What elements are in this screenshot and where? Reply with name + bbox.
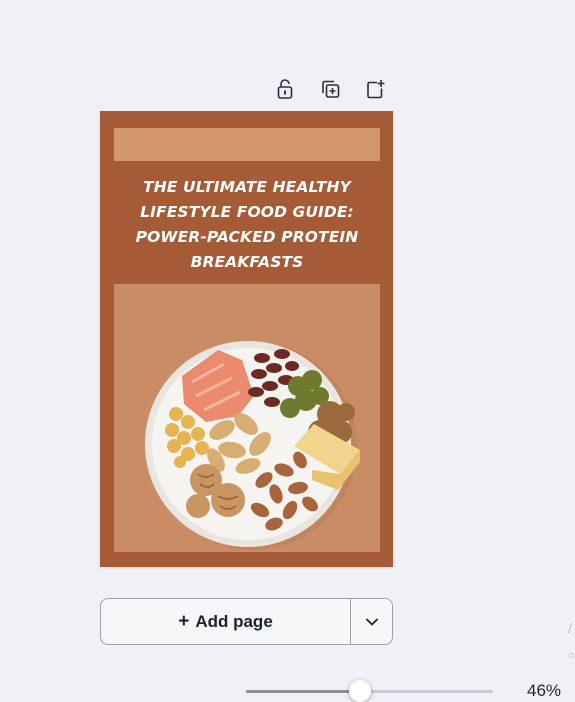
add-page-dropdown-button[interactable]: [351, 599, 392, 644]
add-page-group: + Add page: [100, 598, 393, 645]
edge-fragment: ○: [568, 648, 575, 662]
plus-icon: +: [178, 611, 190, 632]
headline-line: THE ULTIMATE HEALTHY: [143, 178, 351, 196]
add-page-label: Add page: [195, 611, 273, 631]
title-bar-shape[interactable]: [114, 128, 380, 161]
design-page[interactable]: THE ULTIMATE HEALTHY LIFESTYLE FOOD GUID…: [100, 111, 393, 567]
protein-plate-image: [114, 284, 380, 552]
page-actions: [270, 76, 405, 102]
zoom-percentage[interactable]: 46%: [527, 681, 561, 701]
lock-open-icon: [277, 79, 293, 99]
food-photo[interactable]: [114, 284, 380, 552]
add-page-icon: [367, 80, 385, 99]
duplicate-page-button[interactable]: [315, 76, 345, 102]
lock-page-button[interactable]: [270, 76, 300, 102]
headline-text[interactable]: THE ULTIMATE HEALTHY LIFESTYLE FOOD GUID…: [114, 175, 380, 275]
zoom-slider-thumb[interactable]: [349, 680, 371, 702]
duplicate-page-icon: [322, 80, 340, 98]
edge-fragment: /: [568, 620, 572, 636]
zoom-slider-fill: [246, 690, 360, 693]
chevron-down-icon: [365, 618, 378, 625]
headline-line: BREAKFASTS: [190, 253, 304, 271]
add-page-icon-button[interactable]: [360, 76, 390, 102]
add-page-button[interactable]: + Add page: [101, 599, 351, 644]
headline-line: LIFESTYLE FOOD GUIDE:: [140, 203, 354, 221]
headline-line: POWER-PACKED PROTEIN: [135, 228, 359, 246]
